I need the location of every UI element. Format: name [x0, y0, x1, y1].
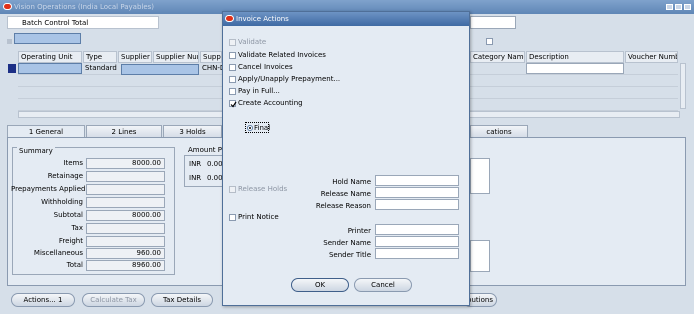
record-indicator: [7, 39, 12, 44]
pay-in-full-label[interactable]: Pay in Full...: [238, 87, 280, 95]
printer-field[interactable]: [375, 224, 459, 235]
dialog-title: Invoice Actions: [236, 15, 289, 23]
tax-value: [86, 223, 165, 234]
supplier-name-cell[interactable]: [121, 64, 199, 75]
header-checkbox[interactable]: [486, 38, 493, 45]
cancel-invoices-label[interactable]: Cancel Invoices: [238, 63, 293, 71]
amount-paid-currency: INR: [189, 160, 202, 168]
sender-name-field[interactable]: [375, 236, 459, 247]
column-supplier-site[interactable]: Suppli: [200, 51, 222, 63]
sender-title-label: Sender Title: [328, 251, 371, 259]
oracle-app-icon: [225, 15, 234, 22]
apply-prepayment-checkbox[interactable]: [229, 76, 236, 83]
prepayments-applied-label: Prepayments Applied: [11, 185, 86, 193]
total-value: 8960.00: [86, 260, 165, 271]
sender-name-label: Sender Name: [323, 239, 371, 247]
radio-dot-icon: [249, 127, 251, 129]
close-icon[interactable]: [684, 4, 691, 10]
current-row-indicator[interactable]: [8, 64, 16, 73]
freight-label: Freight: [58, 237, 83, 245]
summary-title: Summary: [17, 147, 55, 155]
subtotal-value: 8000.00: [86, 210, 165, 221]
checkmark-icon: [230, 101, 237, 108]
create-accounting-checkbox[interactable]: [229, 100, 237, 108]
release-reason-field[interactable]: [375, 199, 459, 210]
minimize-icon[interactable]: [666, 4, 673, 10]
column-operating-unit[interactable]: Operating Unit: [18, 51, 82, 63]
subtotal-label: Subtotal: [53, 211, 83, 219]
validate-checkbox[interactable]: [229, 39, 236, 46]
vertical-scrollbar[interactable]: [680, 63, 686, 109]
cancel-invoices-checkbox[interactable]: [229, 64, 236, 71]
column-supplier-name[interactable]: Supplier N: [118, 51, 152, 63]
apply-prepayment-label[interactable]: Apply/Unapply Prepayment...: [238, 75, 340, 83]
release-holds-checkbox[interactable]: [229, 186, 236, 193]
dialog-title-bar: Invoice Actions: [223, 12, 469, 26]
amount-paid-value: 0.00: [207, 174, 223, 182]
amount-paid-label: Amount Pa: [188, 146, 226, 154]
prepayments-applied-value: [86, 184, 165, 195]
batch-control-total-label: Batch Control Total: [22, 19, 89, 27]
miscellaneous-value: 960.00: [86, 248, 165, 259]
right-panel-field[interactable]: [470, 158, 490, 194]
tax-label: Tax: [71, 224, 83, 232]
column-category-name[interactable]: Category Name: [470, 51, 525, 63]
amount-paid-currency: INR: [189, 174, 202, 182]
final-label[interactable]: Final: [254, 124, 270, 132]
release-holds-label[interactable]: Release Holds: [238, 185, 287, 193]
create-accounting-label[interactable]: Create Accounting: [238, 99, 303, 107]
validate-related-checkbox[interactable]: [229, 52, 236, 59]
print-notice-checkbox[interactable]: [229, 214, 236, 221]
final-radio[interactable]: [247, 125, 253, 131]
ok-button[interactable]: OK: [291, 278, 349, 292]
sender-title-field[interactable]: [375, 248, 459, 259]
operating-unit-cell[interactable]: [18, 63, 82, 74]
description-cell[interactable]: [526, 63, 624, 74]
items-value: 8000.00: [86, 158, 165, 169]
oracle-app-icon: [3, 3, 12, 10]
withholding-label: Withholding: [41, 198, 83, 206]
hold-name-field[interactable]: [375, 175, 459, 186]
withholding-value: [86, 197, 165, 208]
maximize-icon[interactable]: [675, 4, 682, 10]
invoice-actions-dialog: Invoice Actions Validate Validate Relate…: [222, 11, 470, 306]
actions-button[interactable]: Actions... 1: [11, 293, 75, 307]
retainage-label: Retainage: [47, 172, 83, 180]
right-panel-field-2[interactable]: [470, 240, 490, 272]
items-label: Items: [63, 159, 83, 167]
column-supplier-num[interactable]: Supplier Num: [153, 51, 199, 63]
amount-paid-value: 0.00: [207, 160, 223, 168]
printer-label: Printer: [347, 227, 371, 235]
release-name-label: Release Name: [320, 190, 371, 198]
type-cell[interactable]: Standard: [85, 64, 117, 72]
freight-value: [86, 236, 165, 247]
tax-details-button[interactable]: Tax Details: [151, 293, 213, 307]
batch-control-total-box: Batch Control Total: [7, 16, 159, 29]
miscellaneous-label: Miscellaneous: [33, 249, 83, 257]
total-label: Total: [66, 261, 83, 269]
column-voucher-number[interactable]: Voucher Number: [625, 51, 678, 63]
hold-name-label: Hold Name: [332, 178, 371, 186]
column-type[interactable]: Type: [83, 51, 117, 63]
calculate-tax-button[interactable]: Calculate Tax: [82, 293, 145, 307]
retainage-value: [86, 171, 165, 182]
release-name-field[interactable]: [375, 187, 459, 198]
column-description[interactable]: Description: [526, 51, 624, 63]
header-field-right[interactable]: [470, 16, 516, 29]
validate-label[interactable]: Validate: [238, 38, 266, 46]
release-reason-label: Release Reason: [315, 202, 371, 210]
validate-related-label[interactable]: Validate Related Invoices: [238, 51, 326, 59]
cancel-button[interactable]: Cancel: [354, 278, 412, 292]
pay-in-full-checkbox[interactable]: [229, 88, 236, 95]
window-title: Vision Operations (India Local Payables): [14, 3, 155, 11]
final-radio-focus[interactable]: Final: [245, 122, 270, 133]
print-notice-label[interactable]: Print Notice: [238, 213, 279, 221]
invoice-header-field[interactable]: [14, 33, 81, 44]
